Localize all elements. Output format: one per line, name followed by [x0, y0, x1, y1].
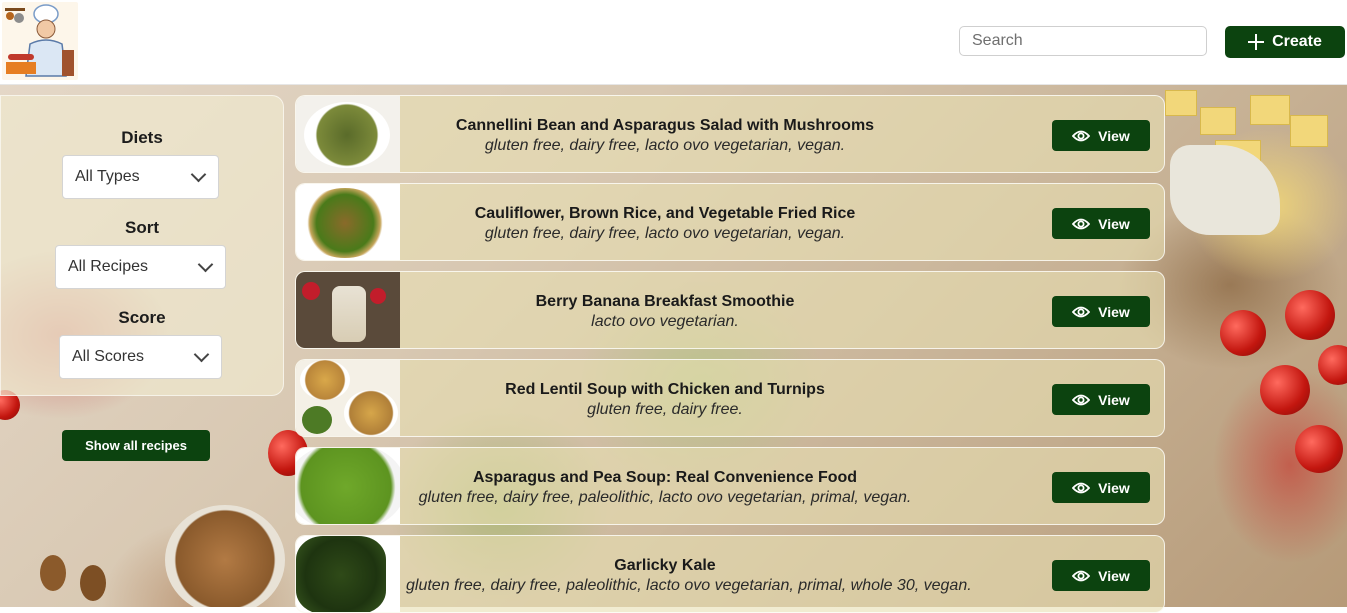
- view-button-label: View: [1098, 479, 1130, 496]
- recipe-info: Garlicky Kale gluten free, dairy free, p…: [406, 556, 972, 596]
- recipe-title: Berry Banana Breakfast Smoothie: [535, 293, 795, 310]
- recipe-card: Cannellini Bean and Asparagus Salad with…: [295, 95, 1165, 173]
- score-select-value: All Scores: [72, 348, 145, 365]
- view-button-label: View: [1098, 303, 1130, 320]
- score-select[interactable]: All Scores: [59, 335, 222, 379]
- tomato: [1285, 290, 1335, 340]
- create-button-label: Create: [1272, 33, 1322, 50]
- search-input[interactable]: [959, 26, 1207, 56]
- view-recipe-button[interactable]: View: [1052, 560, 1150, 591]
- recipe-title: Asparagus and Pea Soup: Real Convenience…: [472, 469, 858, 486]
- almond: [80, 565, 106, 601]
- view-recipe-button[interactable]: View: [1052, 120, 1150, 151]
- recipe-thumbnail: [296, 360, 400, 436]
- cheese-cube: [1290, 115, 1328, 147]
- sort-select[interactable]: All Recipes: [55, 245, 226, 289]
- create-button[interactable]: Create: [1225, 26, 1345, 58]
- recipe-card: Cauliflower, Brown Rice, and Vegetable F…: [295, 183, 1165, 261]
- eye-icon: [1072, 394, 1091, 405]
- eye-icon: [1072, 570, 1091, 581]
- cheese-cube: [1250, 95, 1290, 125]
- recipe-diets: gluten free, dairy free, lacto ovo veget…: [484, 137, 846, 154]
- sort-label: Sort: [125, 218, 159, 237]
- chevron-down-icon: [190, 166, 207, 182]
- tomato: [1260, 365, 1310, 415]
- recipe-card: Asparagus and Pea Soup: Real Convenience…: [295, 447, 1165, 525]
- view-recipe-button[interactable]: View: [1052, 208, 1150, 239]
- view-recipe-button[interactable]: View: [1052, 472, 1150, 503]
- eye-icon: [1072, 218, 1091, 229]
- recipe-thumbnail: [296, 448, 400, 524]
- show-all-recipes-button[interactable]: Show all recipes: [62, 430, 210, 461]
- recipe-diets: gluten free, dairy free.: [587, 401, 743, 418]
- recipe-title: Cannellini Bean and Asparagus Salad with…: [455, 117, 875, 134]
- recipe-title: Cauliflower, Brown Rice, and Vegetable F…: [474, 205, 856, 222]
- filter-panel: Diets All Types Sort All Recipes Score A…: [0, 95, 284, 396]
- view-button-label: View: [1098, 391, 1130, 408]
- recipe-thumbnail: [296, 536, 400, 612]
- tomato: [1220, 310, 1266, 356]
- view-recipe-button[interactable]: View: [1052, 296, 1150, 327]
- recipe-card: Garlicky Kale gluten free, dairy free, p…: [295, 535, 1165, 613]
- almond: [40, 555, 66, 591]
- plus-icon: [1248, 34, 1265, 50]
- chef-logo-icon[interactable]: [2, 2, 78, 80]
- recipe-info: Asparagus and Pea Soup: Real Convenience…: [406, 468, 924, 508]
- recipe-info: Berry Banana Breakfast Smoothie lacto ov…: [406, 292, 924, 332]
- recipe-thumbnail: [296, 184, 400, 260]
- recipe-title: Garlicky Kale: [614, 557, 716, 574]
- tomato: [1318, 345, 1347, 385]
- recipe-card: Berry Banana Breakfast Smoothie lacto ov…: [295, 271, 1165, 349]
- blue-cheese-wedge: [1170, 145, 1280, 235]
- chevron-down-icon: [193, 346, 210, 362]
- diets-label: Diets: [121, 128, 163, 147]
- diets-select[interactable]: All Types: [62, 155, 219, 199]
- diets-select-value: All Types: [75, 168, 140, 185]
- recipe-info: Cauliflower, Brown Rice, and Vegetable F…: [406, 204, 924, 244]
- recipe-info: Cannellini Bean and Asparagus Salad with…: [406, 116, 924, 156]
- view-recipe-button[interactable]: View: [1052, 384, 1150, 415]
- top-header: Create: [0, 0, 1347, 85]
- recipe-card: Red Lentil Soup with Chicken and Turnips…: [295, 359, 1165, 437]
- recipe-title: Red Lentil Soup with Chicken and Turnips: [505, 381, 825, 398]
- recipe-diets: gluten free, dairy free, lacto ovo veget…: [484, 225, 846, 242]
- recipe-diets: gluten free, dairy free, paleolithic, la…: [418, 489, 912, 506]
- recipe-diets: gluten free, dairy free, paleolithic, la…: [406, 577, 972, 594]
- score-label: Score: [118, 308, 166, 327]
- sort-select-value: All Recipes: [68, 258, 149, 275]
- recipe-info: Red Lentil Soup with Chicken and Turnips…: [406, 380, 924, 420]
- chevron-down-icon: [197, 256, 214, 272]
- eye-icon: [1072, 306, 1091, 317]
- tomato: [1295, 425, 1343, 473]
- recipe-thumbnail: [296, 272, 400, 348]
- view-button-label: View: [1098, 215, 1130, 232]
- recipe-diets: lacto ovo vegetarian.: [591, 313, 739, 330]
- view-button-label: View: [1098, 567, 1130, 584]
- cheese-cube: [1165, 90, 1197, 116]
- recipe-thumbnail: [296, 96, 400, 172]
- eye-icon: [1072, 482, 1091, 493]
- brown-sugar-bowl: [165, 505, 285, 607]
- view-button-label: View: [1098, 127, 1130, 144]
- eye-icon: [1072, 130, 1091, 141]
- cheese-cube: [1200, 107, 1236, 135]
